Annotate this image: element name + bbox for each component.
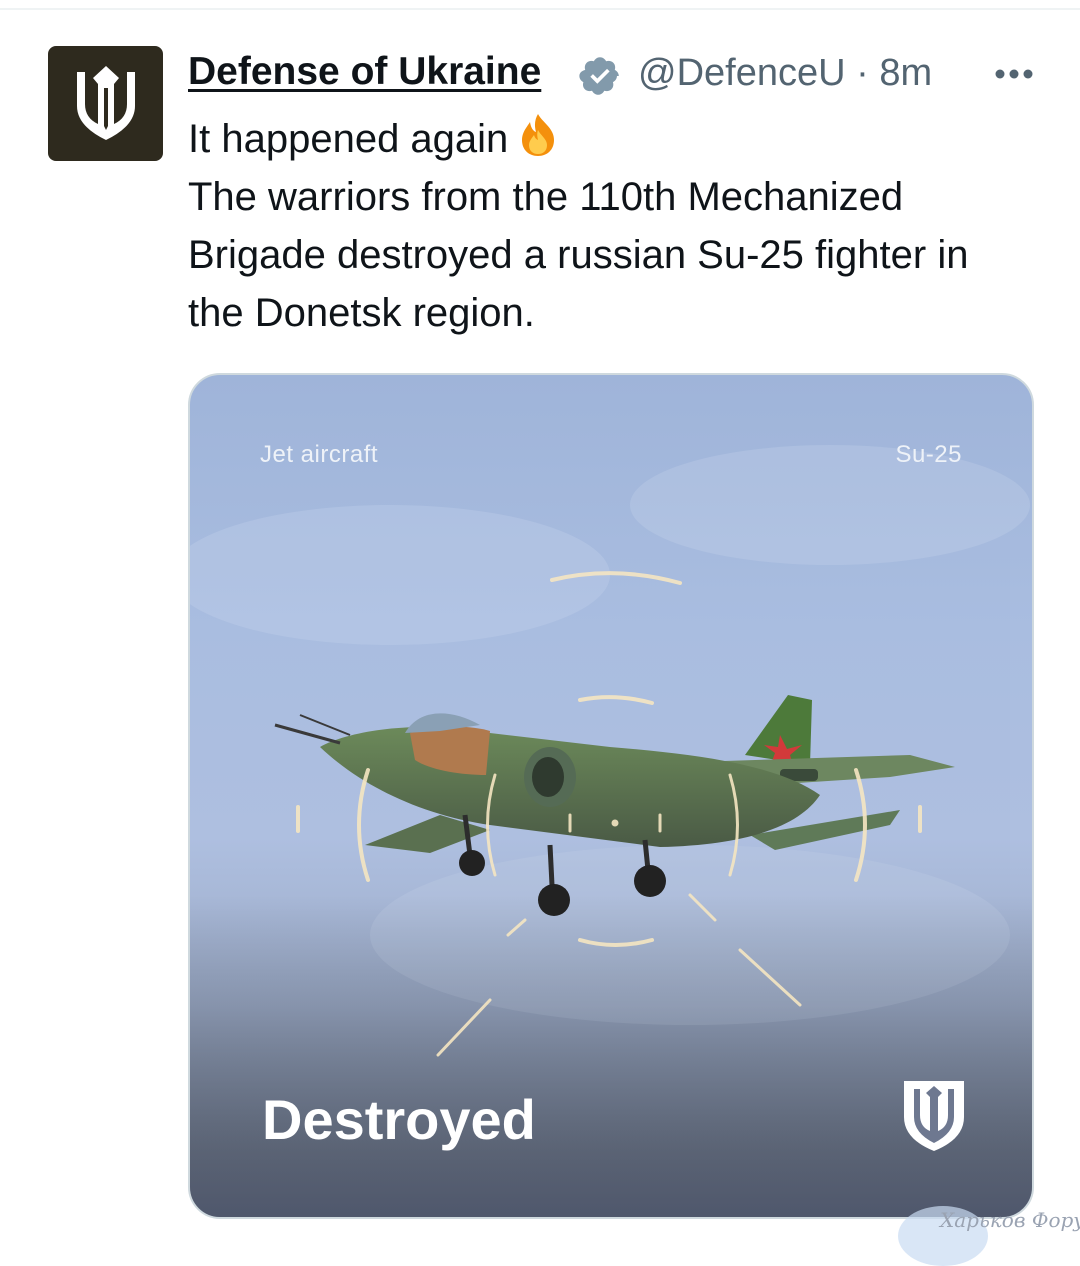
tweet-text-line-2: The warriors from the 110th Mechanized — [188, 175, 904, 219]
top-divider — [0, 8, 1080, 10]
post-time[interactable]: 8m — [879, 52, 932, 94]
tweet-text-line-1: It happened again — [188, 110, 1048, 168]
media-image[interactable]: Jet aircraft Su-25 Destroyed — [188, 373, 1034, 1219]
author-handle[interactable]: @DefenceU — [638, 52, 846, 94]
label-aircraft-type: Jet aircraft — [260, 441, 379, 468]
fire-emoji-icon — [522, 114, 555, 156]
author-name[interactable]: Defense of Ukraine — [188, 50, 570, 94]
status-destroyed: Destroyed — [262, 1088, 536, 1151]
tweet-header: Defense of Ukraine @DefenceU · 8m — [188, 48, 1048, 104]
trident-emblem-icon — [904, 1081, 964, 1151]
tweet-text-line-1-content: It happened again — [188, 117, 509, 161]
watermark: Харьков Форум — [940, 1208, 1080, 1232]
tweet-text-line-3: Brigade destroyed a russian Su-25 fighte… — [188, 233, 969, 277]
meta-separator: · — [845, 52, 880, 94]
avatar[interactable] — [48, 46, 163, 161]
verified-badge-icon — [579, 57, 619, 95]
more-icon[interactable] — [990, 54, 1038, 94]
tweet-text-line-4: the Donetsk region. — [188, 291, 535, 335]
tweet-text: It happened again The warriors from the … — [188, 110, 1048, 342]
label-aircraft-model: Su-25 — [895, 441, 962, 468]
handle-meta: @DefenceU · 8m — [638, 52, 932, 95]
trident-icon — [76, 65, 135, 140]
